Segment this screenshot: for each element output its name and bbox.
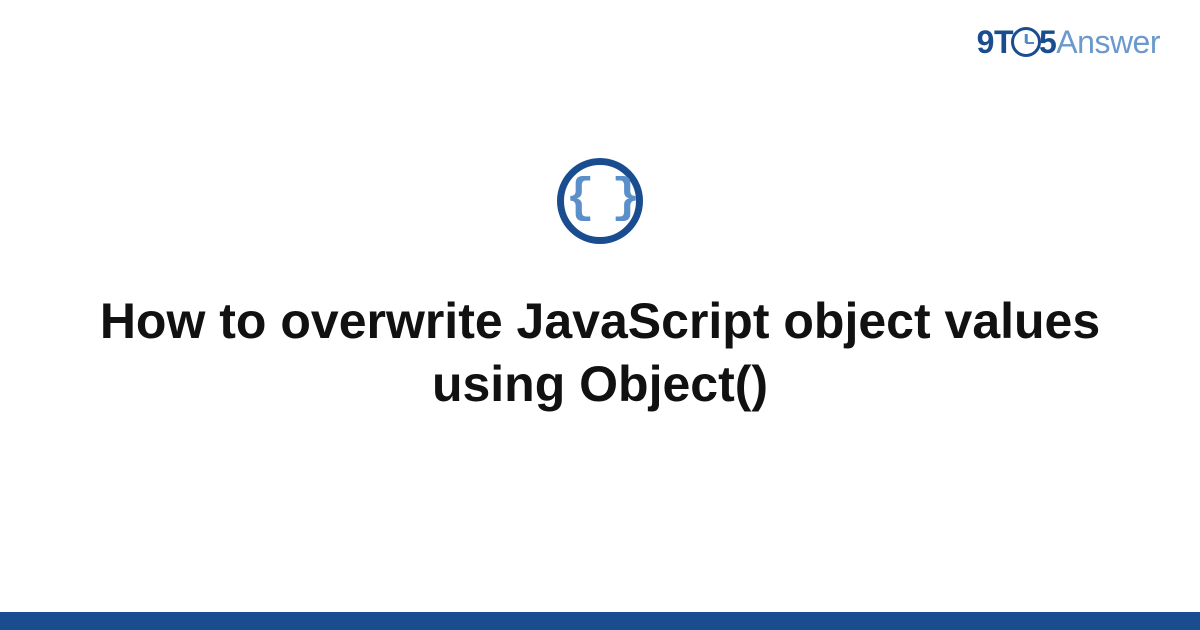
page-title: How to overwrite JavaScript object value… — [0, 290, 1200, 415]
footer-accent-bar — [0, 612, 1200, 630]
code-braces-icon: { } — [566, 175, 634, 223]
topic-icon-circle: { } — [557, 158, 643, 244]
site-logo: 9T 5Answer — [977, 24, 1160, 61]
clock-icon — [1011, 27, 1041, 57]
logo-text-9t: 9T — [977, 24, 1013, 60]
logo-text-5: 5 — [1039, 24, 1056, 60]
logo-text-answer: Answer — [1056, 24, 1160, 60]
